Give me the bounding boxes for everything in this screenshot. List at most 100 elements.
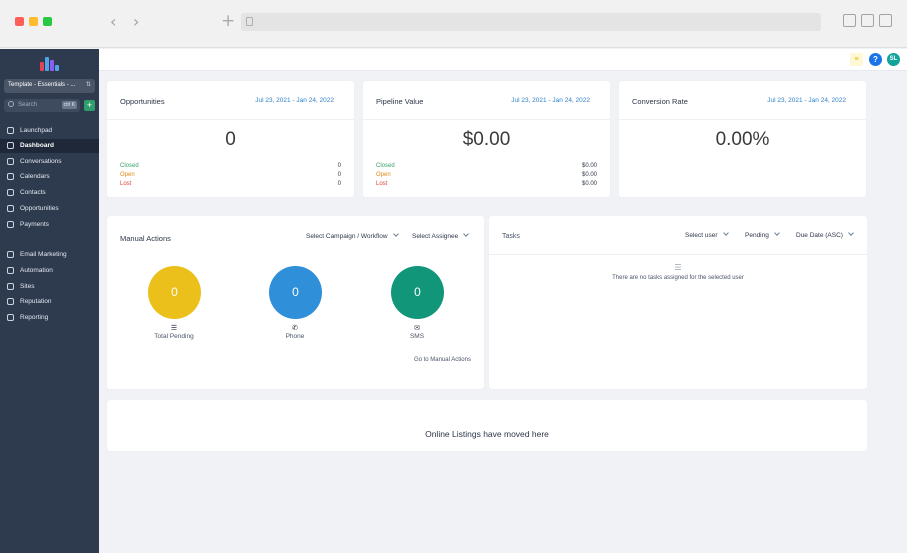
reader-icon[interactable] — [843, 14, 856, 27]
search-icon — [8, 101, 14, 107]
sidebar-item-dashboard[interactable]: Dashboard — [0, 139, 99, 153]
phone-icon: ✆ — [292, 324, 298, 332]
list-icon: ☰ — [170, 324, 178, 332]
chat-bubble-icon: ✉ — [414, 324, 420, 332]
row-label: Open — [376, 172, 391, 178]
browser-chrome: ‹ › + — [0, 0, 907, 48]
app-logo-icon[interactable] — [40, 55, 59, 71]
sidebar-item-label: Payments — [20, 221, 49, 228]
row-value: 0 — [337, 181, 341, 187]
help-button[interactable]: ? — [869, 53, 882, 66]
sidebar-item-calendars[interactable]: Calendars — [0, 170, 99, 184]
row-label: Open — [120, 172, 135, 178]
contacts-icon — [7, 189, 14, 196]
search-shortcut-badge: ctrl K — [61, 101, 77, 109]
tasks-card: Tasks Select user Pending Due Date (ASC)… — [489, 216, 867, 389]
empty-tasks-message: There are no tasks assigned for the sele… — [612, 275, 744, 281]
row-value: $0.00 — [581, 181, 597, 187]
conversion-rate-card: Conversion Rate Jul 23, 2021 - Jan 24, 2… — [619, 81, 866, 197]
user-select[interactable]: Select user — [685, 230, 729, 239]
total-pending-circle[interactable]: 0 — [148, 266, 201, 319]
card-title: Manual Actions — [120, 234, 171, 243]
date-range-picker[interactable]: Jul 23, 2021 - Jan 24, 2022 — [255, 97, 334, 104]
date-range-picker[interactable]: Jul 23, 2021 - Jan 24, 2022 — [767, 97, 846, 104]
account-switcher[interactable]: Template - Essentials - ... ⇅ — [4, 79, 95, 93]
sort-select[interactable]: Due Date (ASC) — [796, 230, 854, 239]
conversion-rate-value: 0.00% — [715, 129, 770, 150]
forward-arrow-icon[interactable]: › — [133, 12, 139, 31]
chevron-down-icon — [848, 230, 854, 236]
go-to-manual-actions-link[interactable]: Go to Manual Actions — [414, 357, 471, 363]
close-window-button[interactable] — [15, 17, 24, 26]
row-label: Closed — [376, 163, 395, 169]
divider — [363, 119, 610, 120]
user-avatar[interactable]: SL — [887, 53, 900, 66]
manual-actions-card: Manual Actions Select Campaign / Workflo… — [107, 216, 484, 389]
search-placeholder: Search — [18, 102, 38, 108]
chevron-down-icon — [392, 231, 399, 237]
online-listings-message: Online Listings have moved here — [425, 429, 549, 439]
sidebar-item-email-marketing[interactable]: Email Marketing — [0, 248, 99, 262]
sidebar-item-contacts[interactable]: Contacts — [0, 186, 99, 200]
sidebar-item-payments[interactable]: Payments — [0, 218, 99, 232]
dashboard-icon — [7, 142, 14, 149]
opportunities-value: 0 — [225, 129, 236, 150]
select-label: Select user — [685, 232, 718, 239]
account-name: Template - Essentials - ... — [8, 82, 76, 88]
sms-label: SMS — [409, 333, 425, 340]
sidebar-item-reputation[interactable]: Reputation — [0, 295, 99, 309]
maximize-window-button[interactable] — [43, 17, 52, 26]
pipeline-value: $0.00 — [462, 129, 511, 150]
sidebar: Template - Essentials - ... ⇅ Search ctr… — [0, 49, 99, 553]
row-label: Lost — [120, 181, 132, 187]
status-select[interactable]: Pending — [745, 230, 780, 239]
new-tab-icon[interactable]: + — [221, 11, 235, 31]
online-listings-card: Online Listings have moved here — [107, 400, 867, 451]
back-arrow-icon[interactable]: ‹ — [110, 12, 116, 31]
globe-icon — [7, 283, 14, 290]
chevron-down-icon — [774, 230, 780, 236]
sidebar-item-sites[interactable]: Sites — [0, 280, 99, 294]
sidebar-item-launchpad[interactable]: Launchpad — [0, 124, 99, 138]
sms-circle[interactable]: 0 — [391, 266, 444, 319]
divider — [489, 254, 867, 255]
phone-circle[interactable]: 0 — [269, 266, 322, 319]
row-value: 0 — [337, 172, 341, 178]
paper-plane-icon — [7, 251, 14, 258]
phone-label: Phone — [285, 333, 305, 340]
calendar-icon — [7, 173, 14, 180]
address-bar[interactable] — [241, 13, 821, 31]
chat-icon — [7, 158, 14, 165]
minimize-window-button[interactable] — [29, 17, 38, 26]
date-range-picker[interactable]: Jul 23, 2021 - Jan 24, 2022 — [511, 97, 590, 104]
notes-icon[interactable]: ≡ — [850, 53, 863, 66]
star-icon — [7, 298, 14, 305]
card-title: Tasks — [502, 233, 520, 240]
empty-list-icon: ☰ — [674, 263, 682, 272]
sidebar-item-label: Reputation — [20, 298, 52, 305]
chevron-down-icon — [463, 231, 470, 237]
sidebar-search[interactable]: Search ctrl K — [4, 99, 80, 112]
assignee-select[interactable]: Select Assignee — [412, 231, 470, 240]
sidebar-item-conversations[interactable]: Conversations — [0, 155, 99, 169]
row-value: $0.00 — [581, 163, 597, 169]
select-label: Select Campaign / Workflow — [306, 233, 388, 240]
card-title: Pipeline Value — [376, 97, 424, 106]
row-label: Closed — [120, 163, 139, 169]
chevron-down-icon — [722, 230, 729, 236]
quick-add-button[interactable]: + — [84, 100, 95, 111]
select-label: Due Date (ASC) — [796, 232, 843, 239]
share-icon[interactable] — [861, 14, 874, 27]
automation-icon — [7, 267, 14, 274]
sidebar-item-label: Contacts — [20, 189, 46, 196]
total-pending-label: Total Pending — [154, 333, 194, 340]
card-title: Conversion Rate — [632, 97, 688, 106]
campaign-workflow-select[interactable]: Select Campaign / Workflow — [306, 231, 399, 240]
tabs-overview-icon[interactable] — [879, 14, 892, 27]
sidebar-item-automation[interactable]: Automation — [0, 264, 99, 278]
divider — [619, 119, 866, 120]
sidebar-item-reporting[interactable]: Reporting — [0, 311, 99, 325]
chevron-updown-icon: ⇅ — [85, 82, 91, 88]
funnel-icon — [7, 205, 14, 212]
sidebar-item-opportunities[interactable]: Opportunities — [0, 202, 99, 216]
